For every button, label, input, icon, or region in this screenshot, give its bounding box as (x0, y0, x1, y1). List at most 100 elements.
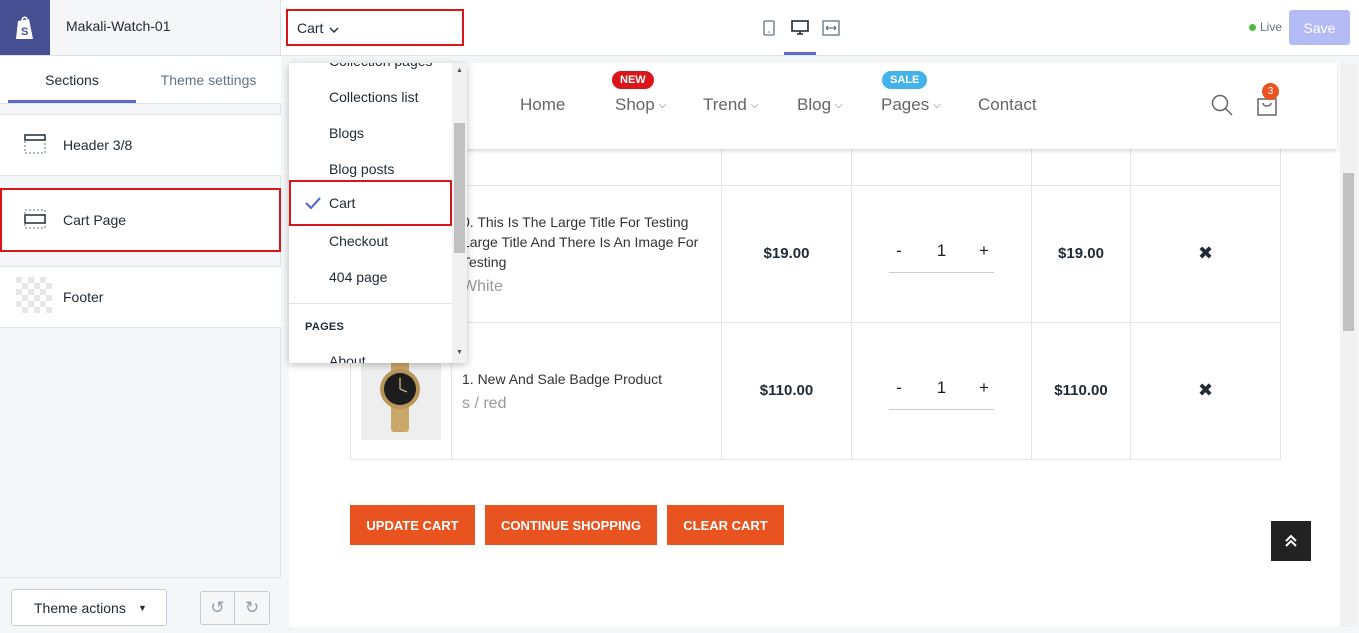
chevron-down-icon: ⌵ (750, 99, 759, 111)
checkmark-icon (305, 196, 321, 212)
page-selector-dropdown: Collection pages Collections list Blogs … (289, 63, 467, 363)
search-icon[interactable] (1210, 93, 1236, 119)
store-name: Makali-Watch-01 (66, 18, 171, 34)
qty-value[interactable]: 1 (932, 241, 952, 261)
back-to-top-button[interactable] (1271, 521, 1311, 561)
qty-value[interactable]: 1 (932, 378, 952, 398)
editor-topbar: Cart Live Save (281, 0, 1359, 56)
active-tab-indicator (8, 100, 136, 103)
section-item-footer[interactable]: Footer (0, 266, 281, 328)
chevron-down-icon: ⌵ (835, 99, 843, 111)
save-button[interactable]: Save (1289, 10, 1350, 45)
section-item-header[interactable]: Header 3/8 (0, 114, 281, 176)
nav-label: Trend (703, 95, 747, 114)
update-cart-button[interactable]: UPDATE CART (350, 505, 475, 545)
full-width-view-icon[interactable] (821, 18, 841, 38)
table-row: 0. This Is The Large Title For Testing L… (350, 184, 1281, 323)
qty-plus-button[interactable]: + (974, 378, 994, 398)
desktop-view-icon[interactable] (790, 18, 810, 38)
dropdown-item[interactable]: Checkout (289, 223, 452, 259)
dropdown-item[interactable]: 404 page (289, 259, 452, 295)
dropdown-scrollbar[interactable]: ▲ ▼ (452, 63, 467, 363)
qty-plus-button[interactable]: + (974, 241, 994, 261)
product-price: $110.00 (721, 321, 852, 460)
chevron-down-icon (329, 20, 339, 36)
dropdown-item-label: Cart (329, 195, 356, 211)
remove-icon[interactable]: ✖ (1130, 184, 1281, 323)
clear-cart-button[interactable]: CLEAR CART (667, 505, 784, 545)
shopify-logo-icon[interactable]: S (0, 0, 50, 55)
theme-actions-button[interactable]: Theme actions ▼ (11, 589, 167, 626)
nav-contact[interactable]: Contact (978, 95, 1037, 115)
section-label: Header 3/8 (63, 137, 133, 153)
scroll-thumb[interactable] (1343, 173, 1354, 331)
dropdown-item[interactable]: About (289, 343, 452, 363)
dropdown-item-selected[interactable]: Cart (289, 180, 452, 226)
theme-actions-label: Theme actions (34, 599, 126, 616)
qty-minus-button[interactable]: - (889, 241, 909, 261)
nav-trend[interactable]: Trend ⌵ (703, 95, 758, 115)
nav-label: Shop (615, 95, 655, 114)
sidebar-tabs: Sections Theme settings (0, 56, 281, 104)
caret-down-icon: ▼ (138, 603, 147, 613)
footer-thumbnail-icon (16, 276, 54, 318)
dropdown-group-heading: PAGES (305, 321, 345, 333)
dropdown-scroll-thumb[interactable] (454, 123, 465, 253)
product-price: $19.00 (721, 184, 852, 323)
divider (289, 303, 452, 304)
undo-icon[interactable]: ↺ (201, 592, 236, 624)
line-total: $19.00 (1031, 184, 1131, 323)
chevron-down-icon: ⌵ (658, 99, 667, 111)
live-status: Live (1249, 20, 1282, 34)
dropdown-item[interactable]: Collections list (289, 79, 452, 115)
continue-shopping-button[interactable]: CONTINUE SHOPPING (485, 505, 657, 545)
section-layout-icon (24, 209, 46, 232)
nav-blog[interactable]: Blog ⌵ (797, 95, 843, 115)
nav-label: Blog (797, 95, 832, 114)
new-badge: NEW (612, 71, 654, 89)
remove-icon[interactable]: ✖ (1130, 321, 1281, 460)
product-info: 0. This Is The Large Title For Testing L… (451, 184, 722, 323)
double-chevron-up-icon (1285, 534, 1297, 547)
redo-icon[interactable]: ↻ (235, 592, 269, 624)
nav-shop[interactable]: Shop ⌵ (615, 95, 666, 115)
scroll-up-icon[interactable]: ▲ (456, 67, 463, 74)
product-variant: White (462, 277, 503, 295)
cart-table: 0. This Is The Large Title For Testing L… (350, 123, 1281, 460)
tab-theme-settings[interactable]: Theme settings (136, 56, 281, 104)
chevron-down-icon: ⌵ (933, 99, 941, 111)
nav-label: Contact (978, 95, 1037, 114)
product-info: 1. New And Sale Badge Product s / red (451, 321, 722, 460)
nav-pages[interactable]: Pages ⌵ (881, 95, 941, 115)
cart-count-badge: 3 (1262, 83, 1279, 100)
product-title[interactable]: 0. This Is The Large Title For Testing L… (462, 212, 711, 272)
tab-sections[interactable]: Sections (8, 56, 136, 104)
live-dot-icon (1249, 23, 1256, 31)
live-status-label: Live (1260, 20, 1283, 34)
table-row: 1. New And Sale Badge Product s / red $1… (350, 321, 1281, 460)
preview-scrollbar[interactable] (1340, 63, 1357, 627)
product-variant: s / red (462, 394, 507, 412)
section-label: Cart Page (63, 212, 127, 228)
dropdown-item[interactable]: Collection pages (289, 63, 452, 79)
dropdown-item[interactable]: Blogs (289, 115, 452, 151)
page-selector[interactable]: Cart (286, 9, 464, 46)
section-label: Footer (63, 289, 104, 305)
product-title[interactable]: 1. New And Sale Badge Product (462, 369, 711, 389)
quantity-cell: - 1 + (851, 184, 1032, 323)
sidebar-footer: Theme actions ▼ ↺ ↻ (0, 577, 281, 633)
nav-label: Pages (881, 95, 930, 114)
mobile-view-icon[interactable] (759, 18, 779, 38)
nav-home[interactable]: Home (520, 95, 565, 115)
section-item-cart-page[interactable]: Cart Page (0, 188, 281, 252)
nav-label: Home (520, 95, 566, 114)
qty-minus-button[interactable]: - (889, 378, 909, 398)
quantity-stepper: - 1 + (889, 235, 994, 273)
scroll-down-icon[interactable]: ▼ (456, 349, 463, 356)
line-total: $110.00 (1031, 321, 1131, 460)
sale-badge: SALE (882, 71, 928, 89)
undo-redo-group: ↺ ↻ (200, 591, 270, 625)
editor-sidebar: S Makali-Watch-01 Sections Theme setting… (0, 0, 281, 633)
quantity-stepper: - 1 + (889, 372, 994, 410)
quantity-cell: - 1 + (851, 321, 1032, 460)
